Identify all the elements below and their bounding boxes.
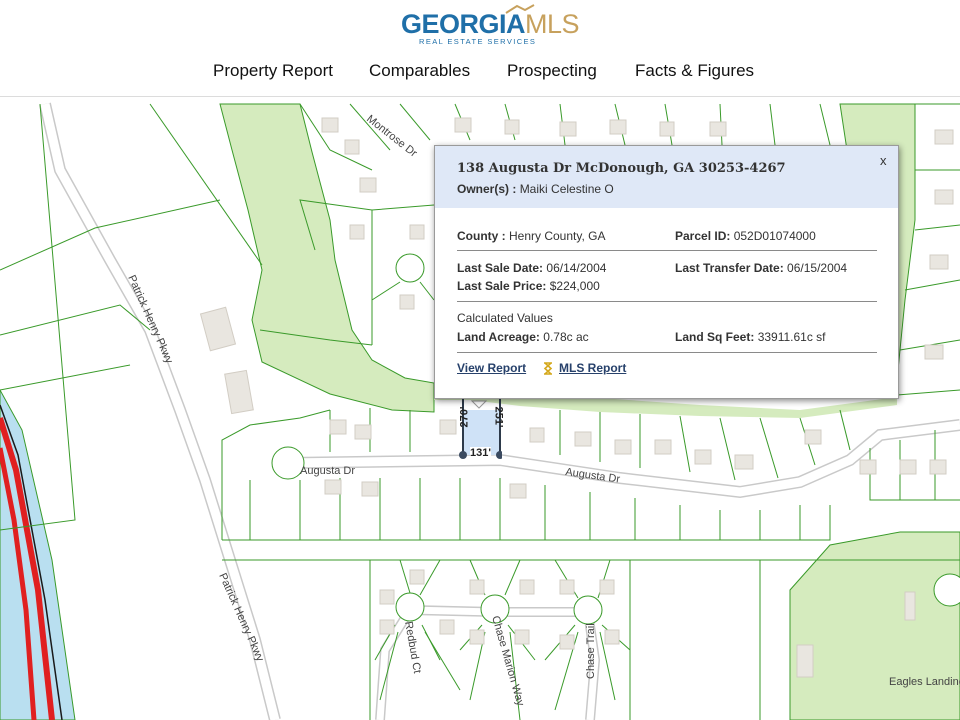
dimension-bottom: 131' [470, 447, 491, 459]
hourglass-icon [543, 362, 553, 375]
parcel-id-field: Parcel ID: 052D01074000 [675, 229, 816, 243]
owner-row: Owner(s) : Maiki Celestine O [457, 182, 614, 196]
land-acreage-value: 0.78c ac [543, 330, 589, 344]
parcel-dimension-callout: 270' 251' 131' [458, 397, 505, 467]
nav-comparables[interactable]: Comparables [369, 58, 470, 84]
dimension-left: 270' [458, 406, 471, 428]
county-label: County : [457, 229, 506, 243]
separator [457, 352, 877, 353]
last-sale-price-value: $224,000 [549, 279, 600, 293]
label-chase-marion-way: Chase Marion Way [489, 615, 526, 708]
parcel-id-label: Parcel ID: [675, 229, 731, 243]
view-report-link[interactable]: View Report [457, 361, 526, 375]
label-augusta-dr-east: Augusta Dr [565, 466, 621, 486]
logo-brand-suffix: MLS [525, 9, 580, 39]
redbud-cul-de-sac [395, 592, 425, 622]
parcel-id-value: 052D01074000 [733, 229, 816, 243]
land-acreage-label: Land Acreage: [457, 330, 540, 344]
county-value: Henry County, GA [509, 229, 606, 243]
label-montrose-dr: Montrose Dr [364, 113, 419, 160]
logo-brand: GEORGIA [401, 9, 526, 39]
label-redbud-ct: Redbud Ct [402, 620, 423, 674]
land-sqft-field: Land Sq Feet: 33911.61c sf [675, 330, 826, 344]
georgia-mls-logo[interactable]: GEORGIAMLS REAL ESTATE SERVICES [401, 4, 580, 48]
land-sqft-label: Land Sq Feet: [675, 330, 755, 344]
nav-prospecting[interactable]: Prospecting [507, 58, 597, 84]
owner-label: Owner(s) : [457, 182, 517, 196]
separator [457, 250, 877, 251]
label-patrick-henry-pkwy-north: Patrick Henry Pkwy [125, 273, 175, 365]
last-sale-date-field: Last Sale Date: 06/14/2004 [457, 261, 606, 275]
property-info-popup: 138 Augusta Dr McDonough, GA 30253-4267 … [434, 145, 899, 399]
land-acreage-field: Land Acreage: 0.78c ac [457, 330, 589, 344]
close-button[interactable]: x [880, 153, 887, 168]
highway-corridor [0, 389, 76, 720]
property-address: 138 Augusta Dr McDonough, GA 30253-4267 [457, 161, 786, 176]
county-field: County : Henry County, GA [457, 229, 605, 243]
main-nav: Property Report Comparables Prospecting … [0, 58, 960, 86]
east-cul-de-sac [933, 573, 960, 607]
logo-tagline: REAL ESTATE SERVICES [419, 37, 537, 46]
last-sale-date-value: 06/14/2004 [546, 261, 607, 275]
site-header: GEORGIAMLS REAL ESTATE SERVICES Property… [0, 0, 960, 97]
logo-wordmark: GEORGIAMLS [401, 8, 580, 40]
last-sale-price-label: Last Sale Price: [457, 279, 547, 293]
chase-trail-cul-de-sac [573, 595, 603, 625]
last-transfer-date-field: Last Transfer Date: 06/15/2004 [675, 261, 847, 275]
label-chase-trail: Chase Trail [585, 623, 597, 679]
last-transfer-date-value: 06/15/2004 [787, 261, 848, 275]
land-sqft-value: 33911.61c sf [757, 330, 826, 344]
calculated-values-heading: Calculated Values [457, 311, 553, 325]
corner-marker-right [496, 451, 504, 459]
dimension-right: 251' [492, 406, 505, 428]
corner-marker-left [459, 451, 467, 459]
last-sale-price-field: Last Sale Price: $224,000 [457, 279, 600, 293]
nav-property-report[interactable]: Property Report [213, 58, 333, 84]
label-eagles-landing: Eagles Landing [889, 676, 960, 688]
owner-value: Maiki Celestine O [519, 182, 614, 196]
separator [457, 301, 877, 302]
label-augusta-dr-west: Augusta Dr [300, 465, 355, 477]
last-sale-date-label: Last Sale Date: [457, 261, 544, 275]
montrose-cul-de-sac [395, 253, 425, 283]
last-transfer-date-label: Last Transfer Date: [675, 261, 784, 275]
popup-header: 138 Augusta Dr McDonough, GA 30253-4267 … [435, 146, 898, 208]
mls-report-link[interactable]: MLS Report [559, 361, 626, 375]
nav-facts-figures[interactable]: Facts & Figures [635, 58, 754, 84]
